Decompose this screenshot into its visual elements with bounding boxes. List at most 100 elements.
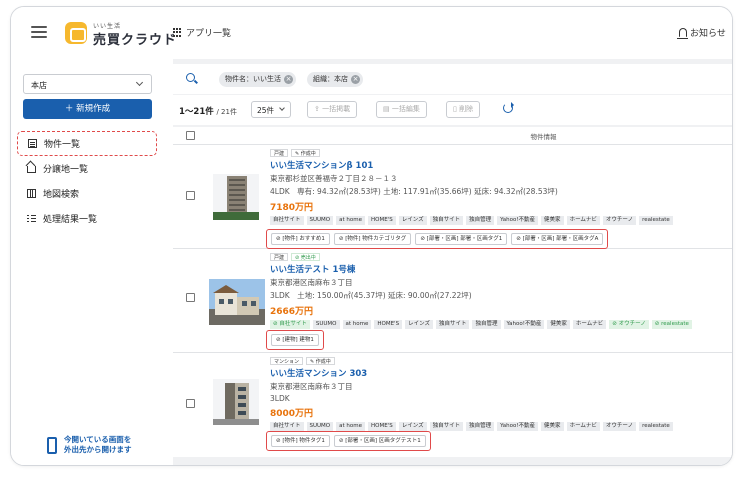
portal-tag: at home [336, 216, 366, 225]
property-photo[interactable] [209, 279, 265, 325]
portal-tag: SUUMO [312, 320, 340, 329]
type-badge: マンション [270, 357, 304, 365]
portal-tag: 自社サイト [270, 422, 304, 431]
sidebar-item-map-search[interactable]: 地図検索 [17, 181, 157, 206]
notifications-button[interactable]: お知らせ [677, 26, 726, 39]
property-specs: 3LDK 土地: 150.00㎡(45.37坪) 延床: 90.00㎡(27.2… [270, 291, 472, 300]
result-count: 1〜21件 / 21件 [179, 105, 237, 117]
portal-tag: オウチーノ [602, 216, 637, 225]
user-tags-highlight: ⊘ [建物] 建物1 [266, 330, 324, 350]
portal-tag: 健美家 [541, 422, 564, 431]
sidebar-item-label: 処理結果一覧 [43, 215, 98, 225]
bulk-edit-button[interactable]: ▤ 一括編集 [376, 101, 427, 118]
portal-tag: SUUMO [306, 422, 334, 431]
status-badge: ✎ 作成中 [291, 149, 320, 157]
property-photo[interactable] [213, 379, 259, 425]
promo-line-1: 今開いている画面を [64, 435, 132, 444]
edit-icon: ▤ [383, 105, 392, 113]
property-title-link[interactable]: いい生活テスト 1号棟 [270, 263, 725, 275]
portal-tag: 健美家 [547, 320, 570, 329]
per-page-select[interactable]: 25件 [251, 101, 291, 118]
top-bar: いい生活 売買クラウド アプリ一覧 お知らせ [11, 7, 732, 59]
delete-button[interactable]: ▯ 削除 [446, 101, 481, 118]
property-title-link[interactable]: いい生活マンション 303 [270, 367, 725, 379]
user-tag[interactable]: ⊘ [物件] 物件カテゴリタグ [333, 233, 412, 245]
sidebar-item-label: 分譲地一覧 [43, 165, 89, 175]
row-checkbox[interactable] [186, 399, 195, 408]
portal-tags: 自社サイト SUUMO at home HOME'S レインズ 独自サイト 独自… [270, 422, 725, 431]
sidebar-item-results-list[interactable]: 処理結果一覧 [17, 206, 157, 231]
app-list-label: アプリ一覧 [186, 29, 232, 39]
user-tags-highlight: ⊘ [物件] 物件タグ1 ⊘ [部署・区画] 区画タグテスト1 [266, 431, 431, 451]
property-table: 物件情報 戸建 ✎ 作成中 いい生活マンションβ 101 東京都杉並区善福寺２丁… [173, 127, 732, 457]
result-count-total: / 21件 [216, 108, 237, 116]
hamburger-menu-icon[interactable] [31, 26, 47, 38]
bulk-publish-button[interactable]: ⇪ 一括掲載 [307, 101, 358, 118]
status-badges: 戸建 ⊘ 売出中 [270, 253, 725, 261]
table-row[interactable]: 戸建 ✎ 作成中 いい生活マンションβ 101 東京都杉並区善福寺２丁目２８－１… [173, 145, 732, 249]
portal-tag: ⊘ オウチーノ [609, 320, 649, 329]
list-icon [28, 139, 37, 148]
sidebar-item-label: 地図検索 [43, 190, 80, 200]
row-checkbox[interactable] [186, 293, 195, 302]
promo-line-2: 外出先から開けます [64, 445, 132, 454]
user-tag[interactable]: ⊘ [物件] 物件タグ1 [271, 435, 330, 447]
chevron-down-icon [279, 105, 285, 111]
filter-chip-organization[interactable]: 組織：本店 × [307, 72, 363, 87]
table-row[interactable]: 戸建 ⊘ 売出中 いい生活テスト 1号棟 東京都港区南麻布３丁目 3LDK 土地… [173, 249, 732, 353]
sidebar-item-property-list[interactable]: 物件一覧 [17, 131, 157, 156]
property-title-link[interactable]: いい生活マンションβ 101 [270, 159, 725, 171]
filter-chip-property-name[interactable]: 物件名：いい生活 × [219, 72, 296, 87]
portal-tags: 自社サイト SUUMO at home HOME'S レインズ 独自サイト 独自… [270, 216, 725, 225]
portal-tag: Yahoo!不動産 [497, 422, 539, 431]
portal-tag: realestate [639, 216, 673, 225]
portal-tag: 独自サイト [429, 216, 464, 225]
portal-tag: at home [336, 422, 366, 431]
close-icon[interactable]: × [351, 75, 360, 84]
type-badge: 戸建 [270, 149, 289, 157]
property-price: 8000万円 [270, 409, 314, 419]
status-badges: マンション ✎ 作成中 [270, 357, 725, 365]
store-select[interactable]: 本店 [23, 74, 152, 94]
sidebar: 本店 ＋ 新規作成 物件一覧 分譲地一覧 地図検索 処理結果一覧 今開いている画… [11, 59, 165, 465]
app-window: いい生活 売買クラウド アプリ一覧 お知らせ 本店 ＋ 新規作成 物件一覧 分譲… [10, 6, 733, 466]
user-tag[interactable]: ⊘ [部署・区画] 部署・区画タグ1 [415, 233, 508, 245]
mobile-open-link[interactable]: 今開いている画面を 外出先から開けます [47, 435, 132, 455]
close-icon[interactable]: × [284, 75, 293, 84]
property-price: 2666万円 [270, 307, 314, 317]
sidebar-item-subdivision-list[interactable]: 分譲地一覧 [17, 156, 157, 181]
search-icon[interactable] [186, 73, 195, 82]
user-tags-highlight: ⊘ [物件] おすすめ1 ⊘ [物件] 物件カテゴリタグ ⊘ [部署・区画] 部… [266, 229, 609, 249]
map-icon [27, 189, 36, 198]
filter-chip-label: 物件名：いい生活 [225, 75, 281, 83]
property-price: 7180万円 [270, 203, 314, 213]
portal-tag: レインズ [405, 320, 433, 329]
portal-tag: at home [342, 320, 372, 329]
portal-tag: 独自サイト [435, 320, 470, 329]
app-list-button[interactable]: アプリ一覧 [173, 26, 231, 39]
property-photo[interactable] [213, 174, 259, 220]
table-row[interactable]: マンション ✎ 作成中 いい生活マンション 303 東京都港区南麻布３丁目 3L… [173, 353, 732, 457]
property-address: 東京都港区南麻布３丁目 [270, 278, 353, 287]
portal-tag: ホームナビ [572, 320, 607, 329]
portal-tag: レインズ [398, 422, 427, 431]
property-address: 東京都港区南麻布３丁目 [270, 382, 353, 391]
user-tag[interactable]: ⊘ [物件] おすすめ1 [271, 233, 330, 245]
brand-title[interactable]: 売買クラウド [93, 29, 177, 48]
user-tag[interactable]: ⊘ [建物] 建物1 [271, 334, 319, 346]
portal-tag: Yahoo!不動産 [503, 320, 545, 329]
row-checkbox[interactable] [186, 191, 195, 200]
portal-tag: 独自管理 [472, 320, 501, 329]
refresh-icon[interactable] [503, 102, 514, 113]
portal-tag: レインズ [398, 216, 427, 225]
portal-tag: ⊘ realestate [651, 320, 692, 329]
portal-tag: ホームナビ [566, 216, 600, 225]
new-create-button[interactable]: ＋ 新規作成 [23, 99, 152, 119]
user-tag[interactable]: ⊘ [部署・区画] 区画タグテスト1 [333, 435, 426, 447]
bell-icon [677, 28, 688, 39]
user-tag[interactable]: ⊘ [部署・区画] 部署・区画タグA [511, 233, 604, 245]
store-select-value: 本店 [31, 81, 47, 90]
property-specs: 4LDK 専有: 94.32㎡(28.53坪) 土地: 117.91㎡(35.6… [270, 187, 558, 196]
smartphone-icon [47, 436, 57, 454]
grid-icon [173, 28, 182, 37]
